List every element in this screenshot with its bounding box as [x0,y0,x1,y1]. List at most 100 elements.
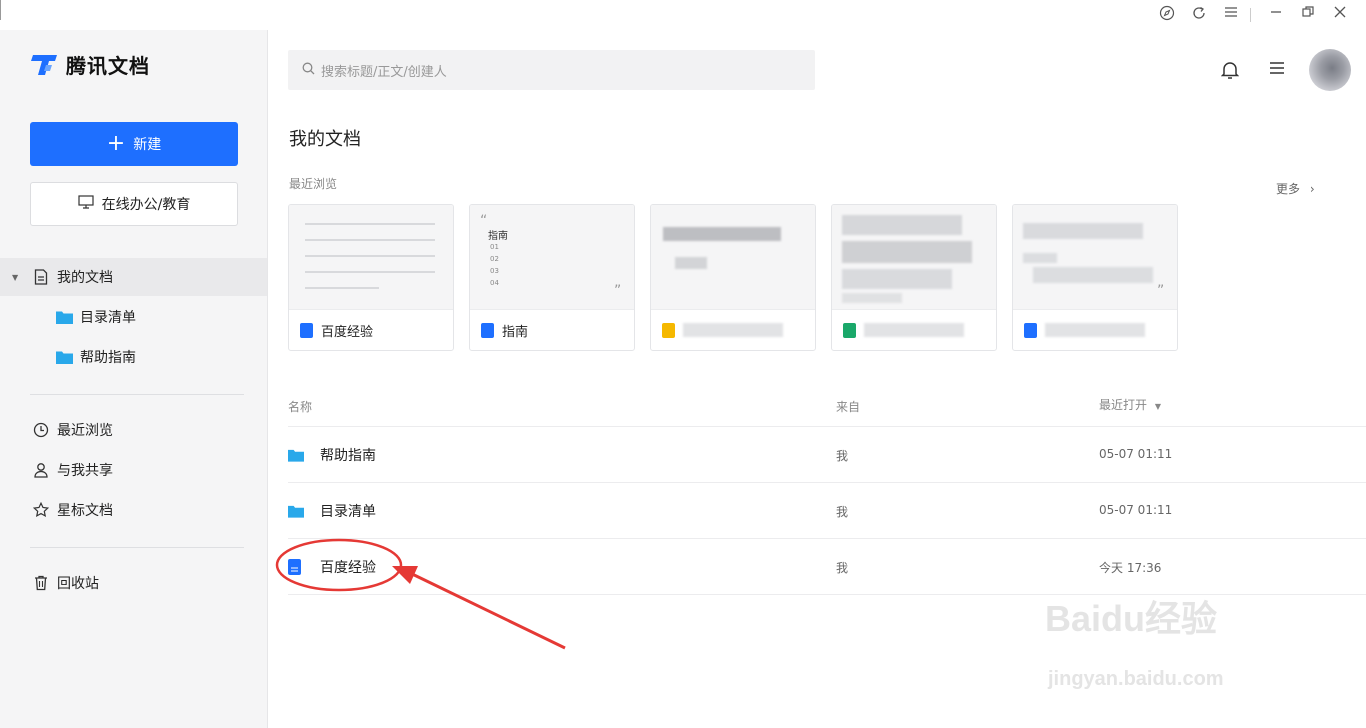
titlebar-separator [1250,8,1251,22]
minimize-icon[interactable] [1266,5,1286,25]
row-time: 今天 17:36 [1099,561,1162,575]
recent-card[interactable]: 百度经验 [288,204,454,351]
column-header-name[interactable]: 名称 [288,398,312,415]
sidebar-item-help[interactable]: 帮助指南 [0,338,267,376]
card-footer [832,310,996,350]
window-titlebar [0,0,1366,30]
recent-section-label: 最近浏览 [289,177,338,191]
sidebar-item-catalog[interactable]: 目录清单 [0,298,267,336]
card-thumbnail [832,205,996,310]
caret-down-icon[interactable]: ▼ [12,273,18,282]
online-office-label: 在线办公/教育 [101,197,191,213]
compass-icon[interactable] [1157,5,1177,25]
sidebar-item-label: 帮助指南 [80,350,136,366]
table-row[interactable]: 帮助指南 我 05-07 01:11 [288,427,1366,483]
sidebar-item-label: 目录清单 [80,310,136,326]
restore-icon[interactable] [1298,5,1318,25]
folder-icon [288,447,304,463]
clock-icon [32,421,50,439]
menu-icon[interactable] [1221,5,1241,25]
sidebar-item-label: 星标文档 [57,503,113,519]
quote-close-icon: ” [614,283,622,299]
monitor-icon [78,195,94,213]
card-footer: 指南 [470,310,634,350]
user-icon [32,461,50,479]
sidebar: 腾讯文档 + 新建 在线办公/教育 ▼ 我的文档 目录清单 帮助指南 最近浏览 [0,30,268,728]
preview-item: 02 [490,255,499,263]
online-office-button[interactable]: 在线办公/教育 [30,182,238,226]
sheet-icon [662,322,675,338]
preview-item: 03 [490,267,499,275]
quote-close-icon: ” [1157,283,1165,299]
sidebar-item-recent[interactable]: 最近浏览 [0,411,267,449]
star-icon [32,501,50,519]
recent-card[interactable]: ” [1012,204,1178,351]
new-button-label: 新建 [133,137,162,153]
sheet-icon [843,322,856,338]
more-link[interactable]: 更多 › [1276,180,1315,197]
sidebar-item-label: 最近浏览 [57,423,113,439]
search-icon [302,62,315,79]
sidebar-divider [30,394,244,395]
folder-icon [288,503,304,519]
card-footer [651,310,815,350]
table-row[interactable]: 百度经验 我 今天 17:36 [288,539,1366,595]
doc-icon [1024,322,1037,338]
sidebar-item-label: 与我共享 [57,463,113,479]
doc-icon [300,322,313,338]
column-header-time[interactable]: 最近打开 ▼ [1099,396,1161,413]
menu-icon[interactable] [1269,60,1289,80]
row-time: 05-07 01:11 [1099,447,1173,461]
app-logo[interactable]: 腾讯文档 [30,50,150,78]
refresh-icon[interactable] [1189,5,1209,25]
quote-open-icon: “ [480,213,488,229]
avatar[interactable] [1309,49,1351,91]
card-name-blurred [1045,323,1145,337]
trash-icon [32,574,50,592]
card-name: 指南 [502,324,529,340]
sidebar-item-trash[interactable]: 回收站 [0,564,267,602]
row-name: 目录清单 [320,504,376,520]
row-name: 帮助指南 [320,448,376,464]
folder-icon [55,308,73,326]
row-from: 我 [836,561,849,575]
window-edge [0,0,1,20]
row-name: 百度经验 [320,560,376,576]
recent-card[interactable] [831,204,997,351]
sort-down-icon: ▼ [1154,402,1161,411]
preview-title: 指南 [488,231,508,242]
app-brand: 腾讯文档 [66,53,150,78]
folder-icon [55,348,73,366]
card-footer: 百度经验 [289,310,453,350]
card-thumbnail [651,205,815,310]
sidebar-item-shared[interactable]: 与我共享 [0,451,267,489]
bell-icon[interactable] [1220,60,1241,80]
card-name-blurred [683,323,783,337]
card-name: 百度经验 [321,324,374,340]
sidebar-item-label: 回收站 [57,576,99,592]
sidebar-divider [30,547,244,548]
recent-card[interactable] [650,204,816,351]
preview-item: 01 [490,243,499,251]
card-name-blurred [864,323,964,337]
watermark-url: jingyan.baidu.com [1048,668,1224,690]
card-footer [1013,310,1177,350]
recent-card[interactable]: “ 指南 01 02 03 04 ” 指南 [469,204,635,351]
plus-icon: + [106,131,126,156]
sidebar-item-starred[interactable]: 星标文档 [0,491,267,529]
card-thumbnail: ” [1013,205,1177,310]
search-input[interactable]: 搜索标题/正文/创建人 [288,50,815,90]
search-placeholder: 搜索标题/正文/创建人 [321,64,447,80]
row-from: 我 [836,505,849,519]
sidebar-item-label: 我的文档 [57,270,113,286]
watermark-logo: Baidu经验 [1045,598,1218,639]
tencent-docs-logo-icon [31,55,57,75]
column-header-from[interactable]: 来自 [836,398,860,415]
doc-icon [288,559,304,575]
table-row[interactable]: 目录清单 我 05-07 01:11 [288,483,1366,539]
more-link-label: 更多 [1276,182,1301,196]
new-button[interactable]: + 新建 [30,122,238,166]
card-thumbnail [289,205,453,310]
close-icon[interactable] [1330,5,1350,25]
sidebar-item-my-docs[interactable]: ▼ 我的文档 [0,258,267,296]
